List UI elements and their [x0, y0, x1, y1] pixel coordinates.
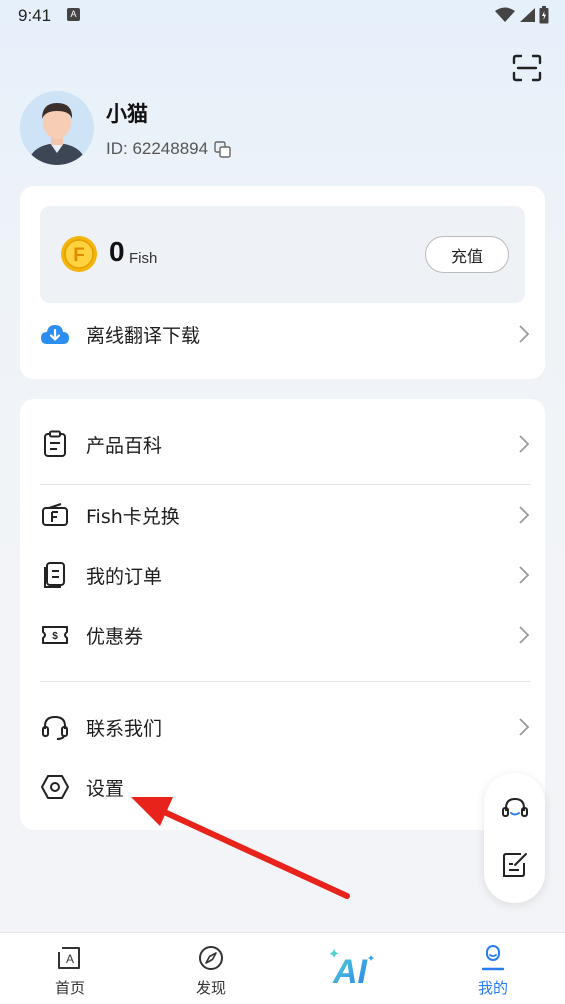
recharge-button[interactable]: 充值	[425, 236, 509, 273]
copy-icon[interactable]	[214, 140, 231, 158]
ai-logo-icon: AI	[329, 949, 374, 991]
menu-item-product-wiki[interactable]: 产品百科	[20, 419, 545, 469]
user-id: ID: 62248894	[106, 139, 209, 158]
menu-item-label: 设置	[86, 777, 125, 800]
compass-icon	[199, 946, 223, 970]
status-icons	[495, 6, 549, 24]
balance-unit: Fish	[129, 250, 158, 267]
nav-label: 首页	[54, 979, 85, 997]
fish-coin-icon: F	[61, 236, 97, 272]
menu-item-contact-us[interactable]: 联系我们	[20, 702, 545, 752]
status-time: 9:41	[18, 6, 52, 25]
headset-icon	[40, 712, 70, 742]
notification-a-icon: A	[67, 8, 80, 21]
svg-text:A: A	[66, 952, 74, 966]
balance-box: F 0 Fish 充值	[40, 206, 525, 303]
clipboard-icon	[40, 429, 70, 459]
menu-item-label: Fish卡兑换	[86, 505, 180, 528]
divider	[40, 681, 530, 682]
nav-label: 我的	[477, 979, 508, 997]
battery-icon	[539, 6, 549, 24]
menu-item-coupons[interactable]: $ 优惠券	[20, 610, 545, 660]
chevron-right-icon	[519, 325, 530, 343]
balance-amount: 0	[109, 236, 125, 267]
svg-text:$: $	[52, 631, 58, 642]
menu-item-label: 联系我们	[86, 717, 163, 740]
nav-discover[interactable]: 发现	[171, 943, 251, 1001]
status-bar: 9:41 A	[0, 0, 565, 32]
menu-item-fish-card[interactable]: Fish卡兑换	[20, 490, 545, 540]
coin-letter: F	[73, 245, 85, 266]
chevron-right-icon	[519, 566, 530, 584]
avatar-image	[20, 91, 94, 165]
menu-item-label: 优惠券	[86, 625, 144, 648]
coupon-icon: $	[40, 620, 70, 650]
feedback-edit-icon[interactable]	[501, 851, 529, 879]
nav-label: 发现	[195, 979, 226, 997]
menu-item-settings[interactable]: 设置	[20, 762, 545, 812]
chevron-right-icon	[519, 506, 530, 524]
menu-item-my-orders[interactable]: 我的订单	[20, 550, 545, 600]
menu-card: 产品百科 Fish卡兑换 我的订单 $ 优惠券 联系我们 设置	[20, 399, 545, 830]
nav-mine[interactable]: 我的	[453, 943, 533, 1001]
scan-icon[interactable]	[512, 54, 542, 82]
ai-logo-text: AI	[332, 953, 369, 991]
divider	[40, 484, 530, 485]
cloud-download-icon	[40, 319, 70, 349]
bottom-nav: A 首页 发现 AI 我的	[0, 932, 565, 1004]
nav-home[interactable]: A 首页	[30, 943, 110, 1001]
chevron-right-icon	[519, 435, 530, 453]
username: 小猫	[106, 102, 148, 126]
wifi-icon	[495, 7, 515, 22]
menu-item-label: 我的订单	[86, 565, 163, 588]
fish-card-icon	[40, 500, 70, 530]
menu-item-offline-translation[interactable]: 离线翻译下载	[20, 309, 545, 359]
avatar[interactable]	[20, 91, 94, 165]
nav-ai[interactable]: AI	[312, 943, 392, 1001]
signal-icon	[520, 8, 535, 22]
home-icon: A	[58, 947, 80, 969]
chevron-right-icon	[519, 626, 530, 644]
menu-item-label: 产品百科	[86, 434, 163, 457]
order-icon	[40, 560, 70, 590]
settings-hexagon-icon	[40, 772, 70, 802]
profile-icon	[481, 945, 505, 971]
user-id-row: ID: 62248894	[106, 139, 231, 159]
floating-action-panel	[484, 773, 545, 903]
chevron-right-icon	[519, 718, 530, 736]
customer-service-icon[interactable]	[501, 795, 529, 823]
menu-item-label: 离线翻译下载	[86, 324, 201, 347]
wallet-card: F 0 Fish 充值 离线翻译下载	[20, 186, 545, 379]
